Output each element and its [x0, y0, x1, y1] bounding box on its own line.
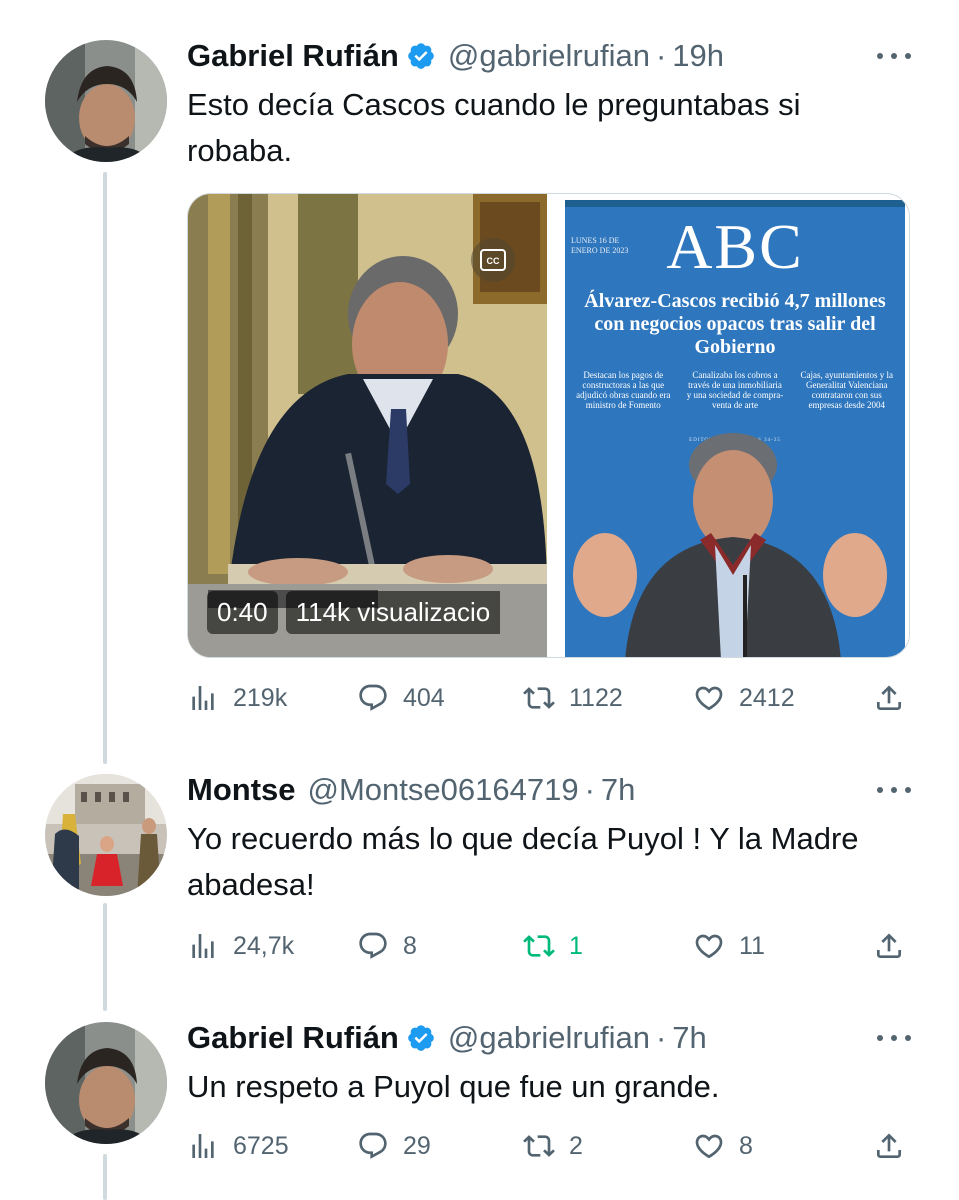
retweet-icon [523, 1130, 555, 1162]
separator: · [584, 772, 595, 807]
author-handle[interactable]: @Montse06164719 [308, 772, 579, 808]
retweet-button[interactable]: 1122 [523, 678, 623, 718]
newspaper-cover: LUNES 16 DE ENERO DE 2023 ABC Álvarez-Ca… [565, 200, 905, 657]
reply-count: 404 [403, 683, 445, 712]
views-button[interactable]: 24,7k [187, 926, 294, 966]
retweet-icon [523, 682, 555, 714]
newspaper-column: Destacan los pagos de constructoras a la… [576, 370, 671, 410]
tweet-header: Gabriel Rufián @gabrielrufian · 7h [187, 1018, 707, 1058]
tweet-actions: 6725 29 2 8 [187, 1126, 909, 1166]
tweet-header: Montse @Montse06164719 · 7h [187, 770, 635, 810]
retweet-count: 1 [569, 931, 583, 960]
heart-icon [693, 682, 725, 714]
share-button[interactable] [873, 926, 905, 966]
analytics-icon [187, 682, 219, 714]
more-options-icon[interactable] [877, 1033, 911, 1043]
timestamp[interactable]: 19h [672, 38, 724, 74]
tweet-text: Un respeto a Puyol que fue un grande. [187, 1069, 720, 1104]
tweet-text: Esto decía Cascos cuando le preguntabas … [187, 87, 801, 168]
like-count: 2412 [739, 683, 795, 712]
newspaper-photo [573, 433, 887, 657]
reply-icon [357, 930, 389, 962]
avatar[interactable] [45, 774, 167, 896]
views-count: 6725 [233, 1131, 289, 1160]
author-name[interactable]: Gabriel Rufián [187, 38, 399, 74]
author-handle[interactable]: @gabrielrufian [448, 38, 650, 74]
like-button[interactable]: 11 [693, 926, 765, 966]
newspaper-logo: ABC [666, 211, 804, 282]
reply-icon [357, 682, 389, 714]
retweet-button[interactable]: 2 [523, 1126, 583, 1166]
like-count: 11 [739, 931, 765, 960]
newspaper-column: Canalizaba los cobros a través de una in… [686, 370, 784, 410]
newspaper-columns: Destacan los pagos de constructoras a la… [573, 370, 897, 410]
newspaper-column: Cajas, ayuntamientos y la Generalitat Va… [800, 370, 894, 410]
analytics-icon [187, 930, 219, 962]
analytics-icon [187, 1130, 219, 1162]
separator: · [655, 1020, 667, 1055]
heart-icon [693, 1130, 725, 1162]
share-icon [873, 1130, 905, 1162]
heart-icon [693, 930, 725, 962]
svg-text:CC: CC [487, 256, 500, 266]
author-name[interactable]: Gabriel Rufián [187, 1020, 399, 1056]
reply-button[interactable]: 8 [357, 926, 417, 966]
video-info: 0:40 114k visualizacio [207, 591, 501, 634]
reply-count: 29 [403, 1131, 431, 1160]
share-icon [873, 682, 905, 714]
video-player[interactable]: CC [188, 194, 547, 657]
timestamp[interactable]: 7h [672, 1020, 706, 1056]
retweet-icon [523, 930, 555, 962]
video-views: 114k visualizacio [285, 591, 501, 634]
media-grid[interactable]: CC LUNES 16 DE ENERO DE 2023 ABC Álvarez… [187, 193, 910, 658]
views-button[interactable]: 6725 [187, 1126, 289, 1166]
more-options-icon[interactable] [877, 785, 911, 795]
share-icon [873, 930, 905, 962]
retweet-count: 1122 [569, 683, 623, 712]
tweet-header: Gabriel Rufián @gabrielrufian · 19h [187, 36, 724, 76]
retweet-button[interactable]: 1 [523, 926, 583, 966]
author-handle[interactable]: @gabrielrufian [448, 1020, 650, 1056]
tweet-actions: 24,7k 8 1 11 [187, 926, 909, 966]
author-name[interactable]: Montse [187, 772, 296, 808]
newspaper-headline: Álvarez-Cascos recibió 4,7 millones con … [584, 290, 886, 358]
like-count: 8 [739, 1131, 753, 1160]
share-button[interactable] [873, 678, 905, 718]
verified-badge-icon [406, 41, 436, 71]
reply-button[interactable]: 29 [357, 1126, 431, 1166]
avatar[interactable] [45, 40, 167, 162]
thread-line [103, 1154, 107, 1200]
separator: · [655, 38, 667, 73]
views-button[interactable]: 219k [187, 678, 287, 718]
views-count: 219k [233, 683, 288, 712]
reply-button[interactable]: 404 [357, 678, 445, 718]
share-button[interactable] [873, 1126, 905, 1166]
more-options-icon[interactable] [877, 51, 911, 61]
tweet-text: Yo recuerdo más lo que decía Puyol ! Y l… [187, 821, 859, 902]
newspaper-image[interactable]: LUNES 16 DE ENERO DE 2023 ABC Álvarez-Ca… [551, 194, 909, 657]
avatar[interactable] [45, 1022, 167, 1144]
timestamp[interactable]: 7h [601, 772, 635, 808]
reply-icon [357, 1130, 389, 1162]
video-duration: 0:40 [207, 591, 278, 634]
retweet-count: 2 [569, 1131, 583, 1160]
like-button[interactable]: 2412 [693, 678, 795, 718]
tweet-actions: 219k 404 1122 2412 [187, 678, 909, 718]
views-count: 24,7k [233, 931, 295, 960]
closed-captions-icon[interactable]: CC [471, 238, 515, 282]
thread-line [103, 903, 107, 1011]
like-button[interactable]: 8 [693, 1126, 753, 1166]
reply-count: 8 [403, 931, 417, 960]
verified-badge-icon [406, 1023, 436, 1053]
thread-line [103, 172, 107, 764]
